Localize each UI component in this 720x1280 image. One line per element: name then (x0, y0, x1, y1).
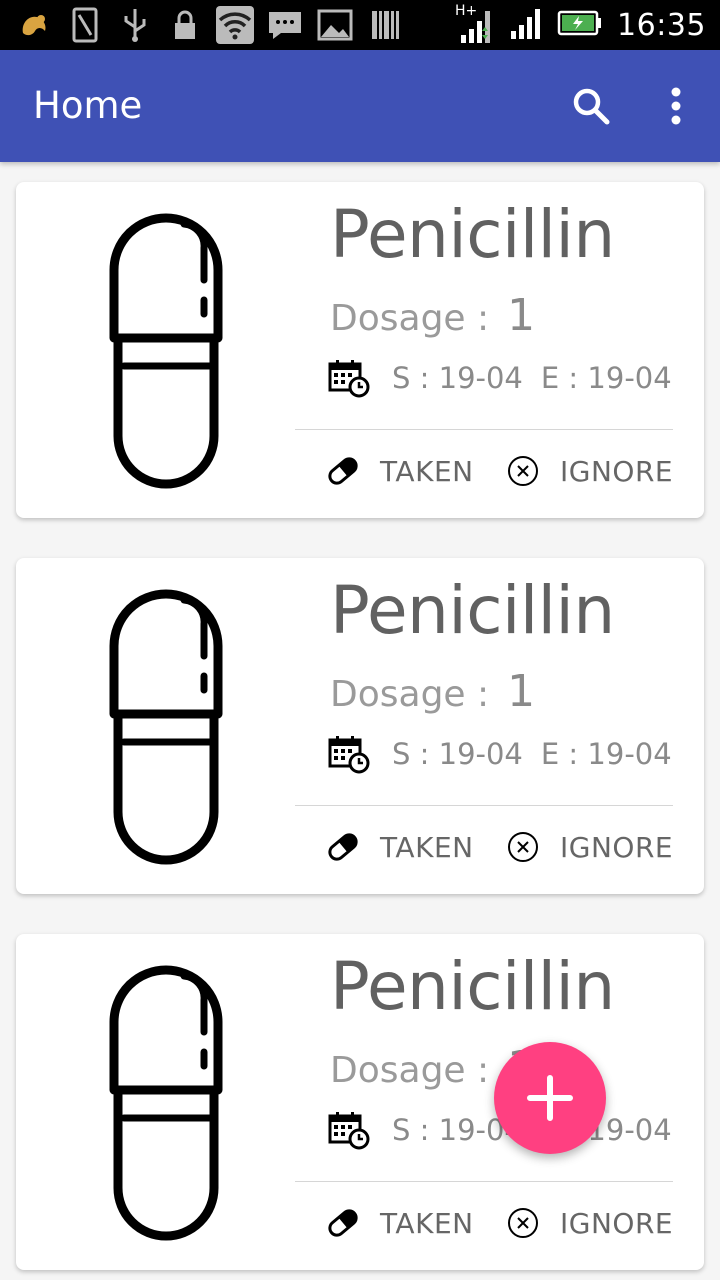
end-date: E : 19-04 (540, 737, 672, 771)
start-date: S : 19-04 (392, 737, 523, 771)
divider (295, 805, 673, 806)
barcode-icon (366, 6, 404, 44)
capsule-icon (109, 965, 223, 1241)
app-bar: Home (0, 50, 720, 162)
add-icon (527, 1075, 573, 1121)
dosage-row: Dosage : 1 (330, 666, 535, 717)
wifi-icon (216, 6, 254, 44)
message-icon (266, 6, 304, 44)
divider (295, 1181, 673, 1182)
cancel-circle-icon (506, 830, 540, 864)
more-vert-icon (671, 87, 681, 125)
uc-browser-icon (16, 6, 54, 44)
calendar-clock-icon (328, 1112, 370, 1150)
usb-icon (116, 6, 154, 44)
end-date: E : 19-04 (540, 361, 672, 395)
schedule-dates: S : 19-04 E : 19-04 (328, 358, 672, 398)
dosage-value: 1 (507, 666, 536, 717)
ignore-label: IGNORE (560, 454, 674, 488)
signal-icon (509, 5, 543, 46)
pill-icon (326, 1206, 360, 1240)
dosage-label: Dosage : (330, 1050, 490, 1091)
add-medication-button[interactable] (494, 1042, 606, 1154)
dosage-label: Dosage : (330, 298, 490, 339)
ignore-button[interactable]: IGNORE (506, 444, 673, 498)
network-type-signal-icon: H+ (455, 3, 495, 45)
battery-charging-icon (557, 10, 603, 41)
image-icon (316, 6, 354, 44)
calendar-clock-icon (328, 360, 370, 398)
status-bar: H+ 16:35 (0, 0, 720, 50)
search-icon (573, 88, 610, 125)
divider (295, 429, 673, 430)
sim-icon (66, 6, 104, 44)
dosage-value: 1 (507, 290, 536, 341)
ignore-button[interactable]: IGNORE (506, 820, 673, 874)
taken-label: TAKEN (380, 454, 474, 488)
taken-label: TAKEN (380, 830, 474, 864)
dosage-row: Dosage : 1 (330, 290, 535, 341)
dosage-label: Dosage : (330, 674, 490, 715)
taken-button[interactable]: TAKEN (326, 1196, 474, 1250)
calendar-clock-icon (328, 736, 370, 774)
medication-name: Penicillin (330, 948, 615, 1025)
pill-icon (326, 454, 360, 488)
cancel-circle-icon (506, 1206, 540, 1240)
search-button[interactable] (563, 78, 619, 134)
more-options-button[interactable] (648, 78, 704, 134)
ignore-button[interactable]: IGNORE (506, 1196, 673, 1250)
lock-icon (166, 6, 204, 44)
medication-name: Penicillin (330, 572, 615, 649)
capsule-icon (109, 589, 223, 865)
medication-card[interactable]: Penicillin Dosage : 1 S : 19-04 E : 19-0… (16, 182, 704, 518)
taken-button[interactable]: TAKEN (326, 444, 474, 498)
page-title: Home (33, 84, 143, 127)
ignore-label: IGNORE (560, 1206, 674, 1240)
schedule-dates: S : 19-04 E : 19-04 (328, 734, 672, 774)
pill-icon (326, 830, 360, 864)
cancel-circle-icon (506, 454, 540, 488)
medication-card[interactable]: Penicillin Dosage : 1 S : 19-04 E : 19-0… (16, 558, 704, 894)
capsule-icon (109, 213, 223, 489)
status-time: 16:35 (617, 7, 706, 43)
medication-name: Penicillin (330, 196, 615, 273)
taken-label: TAKEN (380, 1206, 474, 1240)
start-date: S : 19-04 (392, 361, 523, 395)
ignore-label: IGNORE (560, 830, 674, 864)
taken-button[interactable]: TAKEN (326, 820, 474, 874)
